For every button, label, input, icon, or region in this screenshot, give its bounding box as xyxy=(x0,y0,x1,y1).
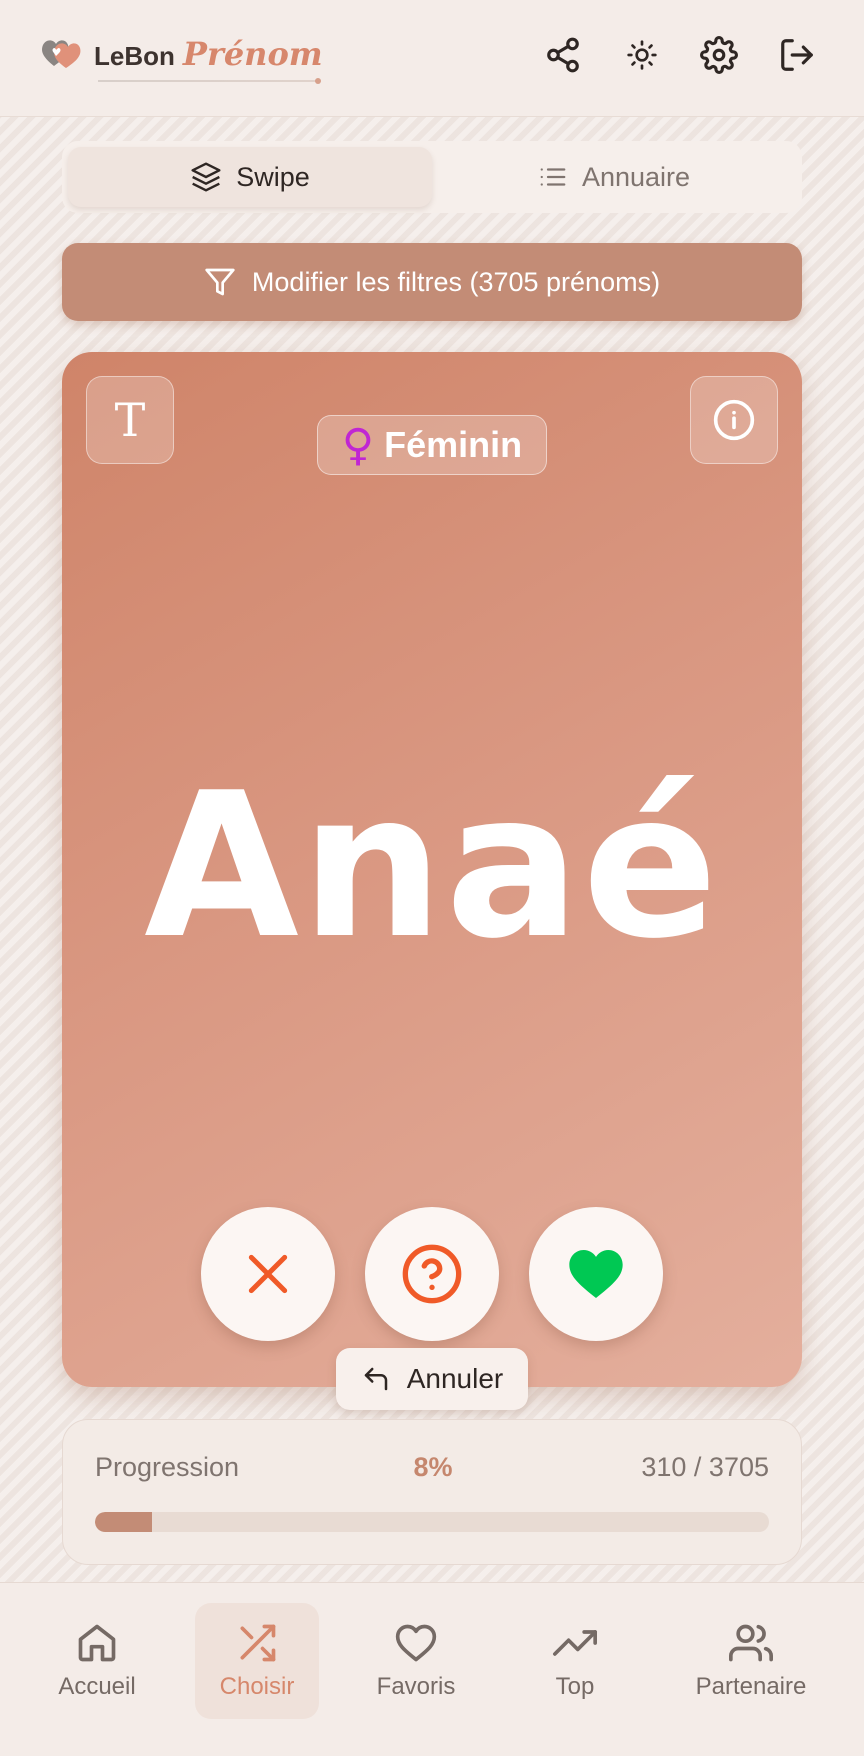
logout-button[interactable] xyxy=(774,32,820,78)
share-icon xyxy=(547,37,579,73)
theme-toggle-button[interactable] xyxy=(619,32,665,78)
progress-fill xyxy=(95,1512,152,1532)
close-icon xyxy=(248,1254,288,1294)
layers-icon xyxy=(191,162,221,192)
users-icon xyxy=(729,1624,774,1662)
nav-accueil[interactable]: Accueil xyxy=(36,1603,158,1719)
gender-badge: ♀ Féminin xyxy=(317,415,547,475)
tab-swipe-label: Swipe xyxy=(236,161,310,192)
trending-icon xyxy=(553,1630,597,1656)
settings-icon xyxy=(700,36,738,74)
name-card[interactable]: T ♀ Féminin Anaé xyxy=(62,352,802,1387)
nav-partenaire[interactable]: Partenaire xyxy=(688,1603,814,1719)
nav-accueil-label: Accueil xyxy=(58,1673,136,1700)
nav-top-label: Top xyxy=(555,1673,595,1700)
nav-choisir-label: Choisir xyxy=(219,1673,295,1700)
baby-name: Anaé xyxy=(144,750,720,983)
nav-partenaire-label: Partenaire xyxy=(695,1673,807,1700)
hearts-logo-icon xyxy=(40,34,86,74)
tab-annuaire[interactable]: Annuaire xyxy=(432,147,796,207)
nav-top[interactable]: Top xyxy=(530,1603,620,1719)
brand-part1: LeBon xyxy=(94,41,175,71)
app-header: LeBon Prénom xyxy=(0,0,864,117)
like-button[interactable] xyxy=(529,1207,663,1341)
list-icon xyxy=(540,168,566,186)
shuffle-icon xyxy=(240,1624,276,1662)
logo-underline xyxy=(98,80,320,82)
reject-button[interactable] xyxy=(201,1207,335,1341)
filter-icon xyxy=(205,268,235,296)
app-logo[interactable]: LeBon Prénom xyxy=(40,34,323,84)
tab-swipe[interactable]: Swipe xyxy=(68,147,432,207)
modify-filters-button[interactable]: Modifier les filtres (3705 prénoms) xyxy=(62,243,802,321)
undo-button[interactable]: Annuler xyxy=(336,1348,528,1410)
tab-annuaire-label: Annuaire xyxy=(581,161,691,192)
maybe-button[interactable] xyxy=(365,1207,499,1341)
nav-choisir[interactable]: Choisir xyxy=(195,1603,319,1719)
undo-label: Annuler xyxy=(406,1363,504,1394)
info-button[interactable] xyxy=(690,376,778,464)
sun-icon xyxy=(627,40,657,70)
info-icon xyxy=(713,399,755,441)
bottom-navigation: Accueil Choisir Favoris Top Partenaire xyxy=(0,1582,864,1756)
question-icon xyxy=(402,1244,462,1304)
heart-icon xyxy=(569,1250,623,1298)
brand-part2: Prénom xyxy=(182,35,323,73)
logout-icon xyxy=(781,39,813,71)
settings-button[interactable] xyxy=(696,32,742,78)
view-switcher: Swipe Annuaire xyxy=(62,141,802,213)
font-style-button[interactable]: T xyxy=(86,376,174,464)
undo-icon xyxy=(364,1367,387,1391)
female-symbol-icon: ♀ xyxy=(341,419,375,471)
nav-favoris-label: Favoris xyxy=(376,1673,456,1700)
logo-dot xyxy=(315,78,321,84)
modify-filters-label: Modifier les filtres (3705 prénoms) xyxy=(251,266,661,297)
progress-panel: Progression 8% 310 / 3705 xyxy=(62,1419,802,1565)
home-icon xyxy=(78,1624,116,1662)
progress-count: 310 / 3705 xyxy=(641,1452,769,1482)
share-button[interactable] xyxy=(540,32,586,78)
font-style-label: T xyxy=(114,393,146,447)
gender-label: Féminin xyxy=(384,424,523,465)
nav-favoris[interactable]: Favoris xyxy=(358,1603,474,1719)
heart-outline-icon xyxy=(395,1624,437,1662)
progress-track xyxy=(95,1512,769,1532)
